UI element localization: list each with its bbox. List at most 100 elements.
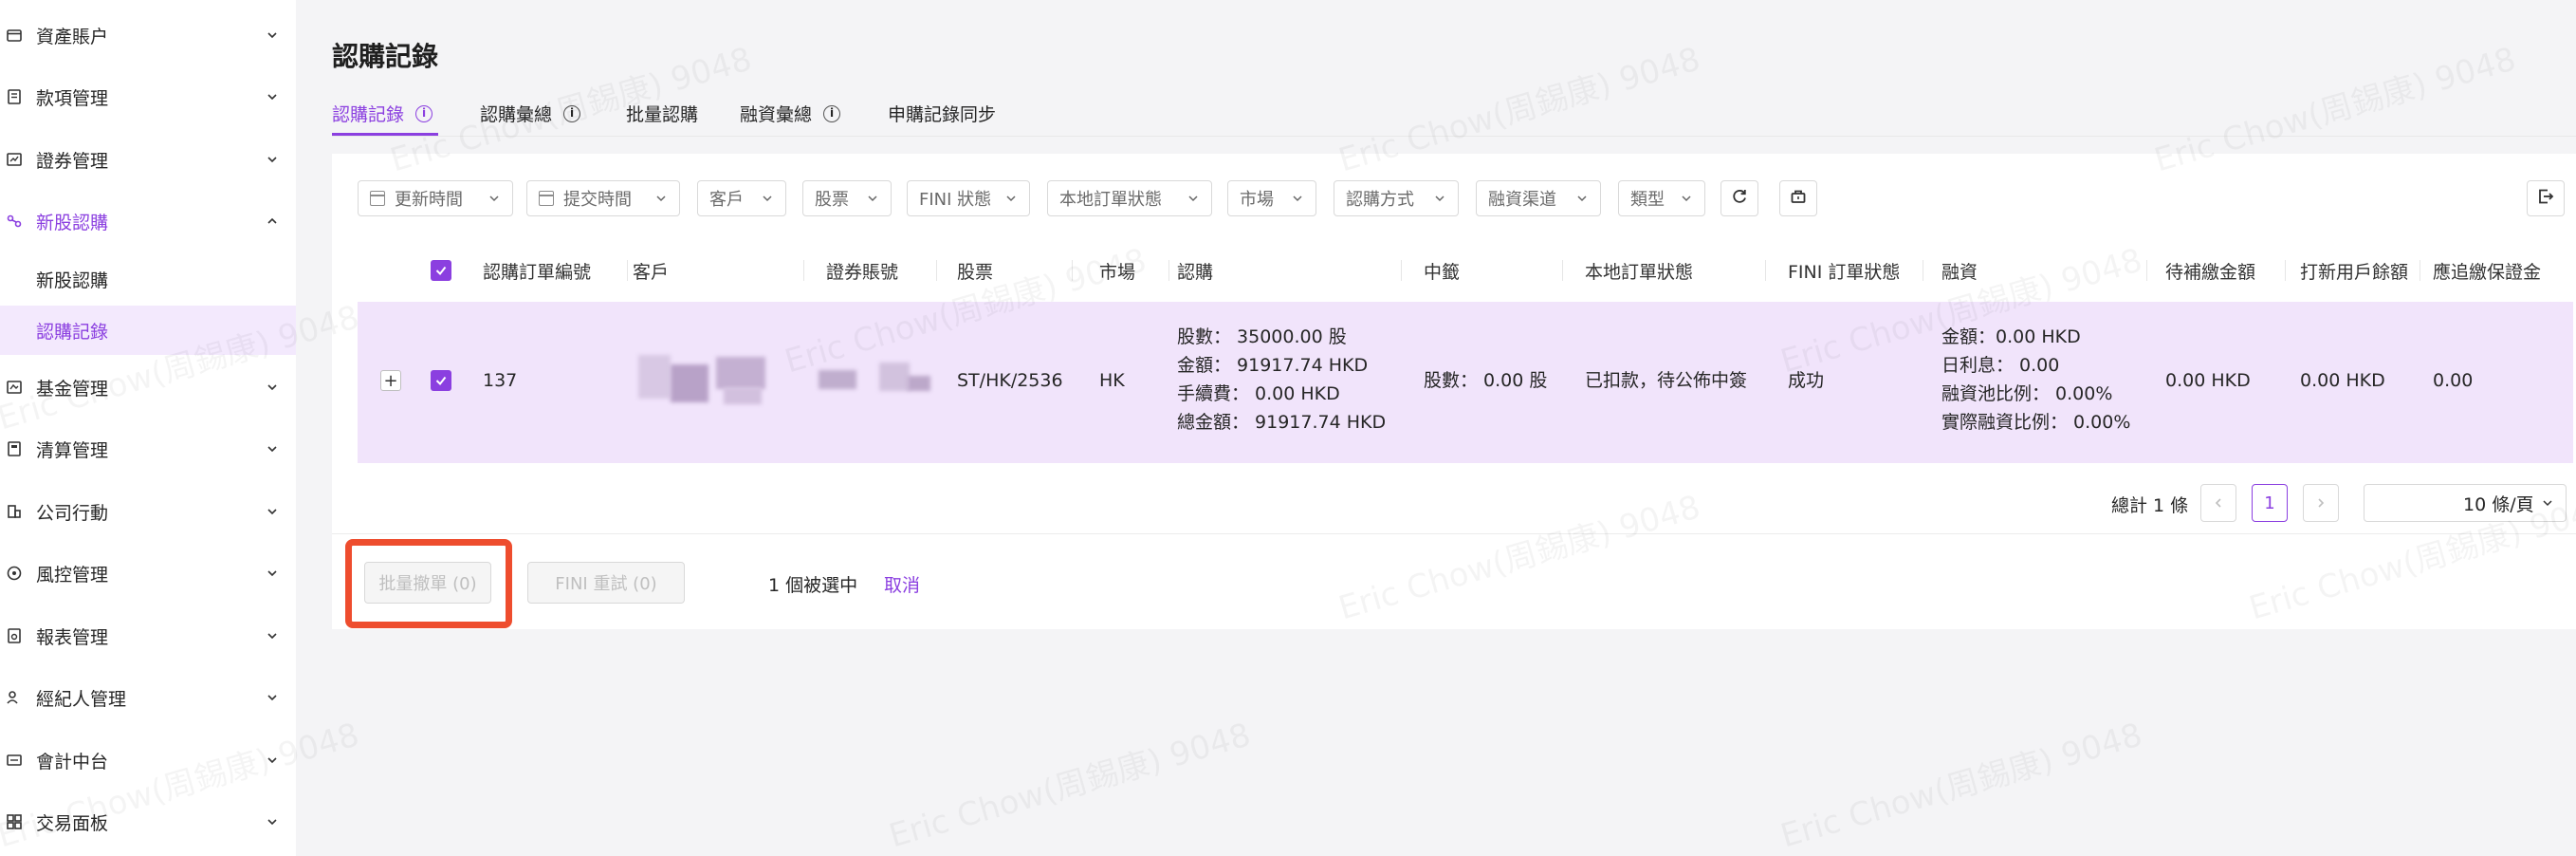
tab-bar: 認購記錄 i 認購彙總 i 批量認購 融資彙總 i 申購記錄同步: [332, 91, 2576, 137]
filter-label: 市場: [1240, 190, 1274, 210]
redacted-account: [908, 376, 930, 391]
filter-client[interactable]: 客戶: [697, 180, 786, 216]
filter-type[interactable]: 類型: [1618, 180, 1705, 216]
page-button-current[interactable]: 1: [2252, 484, 2288, 522]
tab-label: 融資彙總: [740, 104, 813, 125]
tab-application-sync[interactable]: 申購記錄同步: [888, 91, 996, 136]
filter-label: 認購方式: [1346, 190, 1414, 210]
table-row[interactable]: + 137 ST/HK/2536 HK 股數： 35000.00 股 金額： 9…: [358, 302, 2573, 463]
column-header-financing[interactable]: 融資: [1941, 245, 1978, 296]
ledger-icon: [4, 750, 25, 771]
column-header-subscription[interactable]: 認購: [1177, 245, 1213, 296]
sidebar-item-securities[interactable]: 證券管理: [0, 136, 296, 183]
select-all-checkbox[interactable]: [431, 245, 451, 296]
cell-subscription-amount: 金額： 91917.74 HKD: [1177, 355, 1369, 376]
chevron-down-icon: [654, 192, 668, 205]
sidebar-item-brokers[interactable]: 經紀人管理: [0, 674, 296, 721]
export-button[interactable]: [2527, 180, 2565, 216]
column-header-client[interactable]: 客戶: [633, 245, 669, 296]
column-header-user-balance[interactable]: 打新用戶餘額: [2300, 245, 2408, 296]
cell-subscription-total: 總金額： 91917.74 HKD: [1177, 412, 1387, 433]
column-header-margin-call[interactable]: 應追繳保證金: [2433, 245, 2541, 296]
sidebar-item-label: 資產賬户: [36, 26, 109, 47]
chevron-down-icon: [264, 627, 281, 644]
column-divider: [1168, 260, 1169, 281]
sidebar-item-label: 新股認購: [36, 212, 109, 233]
column-header-stock[interactable]: 股票: [957, 245, 993, 296]
tab-active-indicator: [332, 133, 438, 136]
cell-financing-amount: 金額：0.00 HKD: [1941, 326, 2081, 347]
clear-filters-button[interactable]: [1779, 180, 1817, 216]
prev-page-button[interactable]: [2200, 484, 2236, 522]
column-header-allotment[interactable]: 中籤: [1424, 245, 1460, 296]
refresh-button[interactable]: [1720, 180, 1758, 216]
column-header-pending-amount[interactable]: 待補繳金額: [2165, 245, 2255, 296]
column-header-market[interactable]: 市場: [1099, 245, 1135, 296]
chevron-down-icon: [264, 151, 281, 168]
filter-label: 類型: [1630, 190, 1665, 210]
filter-subscription-method[interactable]: 認購方式: [1334, 180, 1459, 216]
selected-count: 1 個被選中: [768, 575, 858, 596]
sidebar-item-risk-control[interactable]: 風控管理: [0, 549, 296, 597]
info-icon: i: [823, 104, 841, 122]
sidebar-subitem-subscription-records[interactable]: 認購記錄: [0, 306, 296, 355]
sidebar-item-label: 款項管理: [36, 87, 109, 109]
filter-submit-time[interactable]: 提交時間: [526, 180, 680, 216]
tab-subscription-records[interactable]: 認購記錄 i: [332, 91, 433, 136]
column-header-securities-account[interactable]: 證券賬號: [826, 245, 898, 296]
expand-row-button[interactable]: +: [380, 370, 401, 391]
column-divider: [1072, 260, 1073, 281]
sidebar-item-clearing[interactable]: 清算管理: [0, 425, 296, 473]
chevron-down-icon: [264, 440, 281, 457]
chevron-down-icon: [264, 813, 281, 830]
cancel-selection-link[interactable]: 取消: [884, 571, 920, 597]
column-header-local-order-status[interactable]: 本地訂單狀態: [1585, 245, 1693, 296]
chart-icon: [4, 149, 25, 170]
page-size-select[interactable]: 10 條/頁: [2364, 484, 2567, 522]
filter-market[interactable]: 市場: [1227, 180, 1316, 216]
fini-retry-button[interactable]: FINI 重試 (0): [527, 562, 685, 604]
row-checkbox[interactable]: [431, 370, 451, 391]
next-page-button[interactable]: [2303, 484, 2339, 522]
sidebar-item-ipo[interactable]: 新股認購: [0, 197, 296, 245]
cell-financing-actual-ratio: 實際融資比例： 0.00%: [1941, 412, 2131, 433]
sidebar-item-label: 會計中台: [36, 751, 109, 772]
filter-label: 融資渠道: [1488, 190, 1556, 210]
column-divider: [936, 260, 937, 281]
sidebar-item-asset-accounts[interactable]: 資產賬户: [0, 11, 296, 59]
basket-icon: [1789, 187, 1808, 210]
filter-financing-channel[interactable]: 融資渠道: [1476, 180, 1601, 216]
chevron-right-icon: [2315, 493, 2327, 513]
sidebar-item-reports[interactable]: 報表管理: [0, 612, 296, 660]
column-divider: [1562, 260, 1563, 281]
tab-subscription-summary[interactable]: 認購彙總 i: [480, 91, 581, 136]
fund-icon: [4, 377, 25, 398]
chevron-down-icon: [1575, 192, 1589, 205]
sidebar-item-payments[interactable]: 款項管理: [0, 73, 296, 121]
tab-batch-subscription[interactable]: 批量認購: [626, 91, 698, 136]
filter-stock[interactable]: 股票: [802, 180, 892, 216]
sidebar-subitem-ipo-subscribe[interactable]: 新股認購: [0, 254, 296, 304]
column-header-fini-order-status[interactable]: FINI 訂單狀態: [1788, 245, 1900, 296]
calendar-icon: [539, 191, 554, 206]
tab-financing-summary[interactable]: 融資彙總 i: [740, 91, 841, 136]
info-icon: i: [415, 104, 433, 122]
sidebar-item-label: 證券管理: [36, 150, 109, 172]
annotation-highlight-box: [345, 539, 512, 628]
sidebar-item-accounting[interactable]: 會計中台: [0, 736, 296, 784]
filter-label: 股票: [815, 190, 849, 210]
column-header-order-id[interactable]: 認購訂單編號: [483, 245, 591, 296]
pagination-total: 總計 1 條: [2111, 495, 2189, 516]
cell-margin-call: 0.00: [2433, 370, 2474, 391]
sidebar-item-funds[interactable]: 基金管理: [0, 363, 296, 411]
filter-fini-status[interactable]: FINI 狀態: [907, 180, 1030, 216]
sidebar-item-corporate-actions[interactable]: 公司行動: [0, 488, 296, 535]
filter-update-time[interactable]: 更新時間: [358, 180, 513, 216]
redacted-client: [716, 357, 765, 389]
ipo-icon: [4, 211, 25, 232]
filter-local-order-status[interactable]: 本地訂單狀態: [1047, 180, 1212, 216]
filter-label: FINI 狀態: [919, 190, 992, 210]
chevron-down-icon: [1187, 192, 1200, 205]
report-icon: [4, 625, 25, 646]
sidebar-item-trading-panel[interactable]: 交易面板: [0, 798, 296, 846]
